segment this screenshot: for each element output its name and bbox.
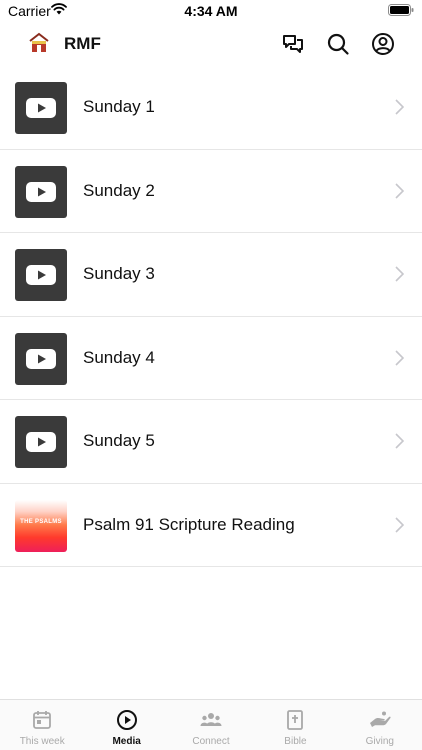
chevron-right-icon	[395, 516, 404, 533]
chevron-right-icon	[395, 266, 404, 282]
calendar-icon	[33, 711, 52, 729]
media-title: Sunday 2	[83, 180, 155, 200]
chevron-right-icon	[395, 99, 404, 115]
media-item[interactable]: Sunday 1	[0, 66, 422, 150]
youtube-icon	[26, 181, 56, 202]
media-thumbnail	[15, 82, 67, 134]
search-button[interactable]	[325, 31, 351, 57]
app-header: RMF	[0, 24, 422, 66]
media-thumbnail	[15, 332, 67, 385]
search-icon	[327, 33, 349, 55]
media-item[interactable]: Sunday 4	[0, 317, 422, 400]
profile-button[interactable]	[370, 31, 396, 57]
giving-hand-icon	[369, 711, 391, 727]
app-name: RMF	[64, 34, 101, 53]
tab-label: Media	[112, 736, 141, 747]
status-bar: Carrier 4:34 AM	[0, 0, 422, 24]
tab-label: This week	[19, 736, 65, 747]
media-title: Psalm 91 Scripture Reading	[83, 514, 295, 534]
profile-icon	[372, 33, 394, 55]
tab-media[interactable]: Media	[84, 700, 168, 750]
media-title: Sunday 3	[83, 264, 155, 283]
tab-giving[interactable]: Giving	[338, 700, 422, 750]
media-thumbnail	[15, 249, 67, 301]
tab-this-week[interactable]: This week	[0, 700, 84, 750]
youtube-icon	[26, 348, 56, 369]
media-item[interactable]: Sunday 3	[0, 233, 422, 317]
status-time: 4:34 AM	[184, 3, 238, 19]
media-thumbnail	[15, 165, 67, 218]
tab-label: Bible	[284, 736, 307, 747]
media-thumbnail	[15, 416, 67, 468]
psalms-artwork-text: THE PSALMS	[20, 518, 62, 525]
youtube-icon	[26, 432, 56, 452]
tab-label: Giving	[365, 736, 394, 747]
media-title: Sunday 1	[83, 97, 155, 116]
chevron-right-icon	[395, 433, 404, 449]
tab-label: Connect	[192, 736, 230, 747]
media-title: Sunday 5	[83, 431, 155, 450]
bible-icon	[287, 710, 304, 730]
psalms-artwork: THE PSALMS	[15, 499, 67, 552]
chat-icon	[283, 35, 303, 53]
tab-bible[interactable]: Bible	[253, 700, 337, 750]
media-item[interactable]: Sunday 2	[0, 150, 422, 233]
people-icon	[200, 713, 222, 726]
chevron-right-icon	[395, 182, 404, 199]
youtube-icon	[26, 265, 56, 285]
tab-bar: This week Media Connect Bible Giving	[0, 699, 422, 750]
chevron-right-icon	[395, 349, 404, 366]
media-item[interactable]: Sunday 5	[0, 400, 422, 484]
logo-icon	[28, 32, 50, 54]
media-title: Sunday 4	[83, 347, 155, 367]
media-item[interactable]: THE PSALMS Psalm 91 Scripture Reading	[0, 484, 422, 567]
youtube-icon	[26, 98, 56, 118]
tab-connect[interactable]: Connect	[169, 700, 253, 750]
play-circle-icon	[116, 710, 137, 730]
chat-button[interactable]	[280, 31, 306, 57]
battery-icon	[388, 4, 414, 16]
media-list: Sunday 1 Sunday 2 Sunday 3 Sunday 4 Sund…	[0, 66, 422, 567]
